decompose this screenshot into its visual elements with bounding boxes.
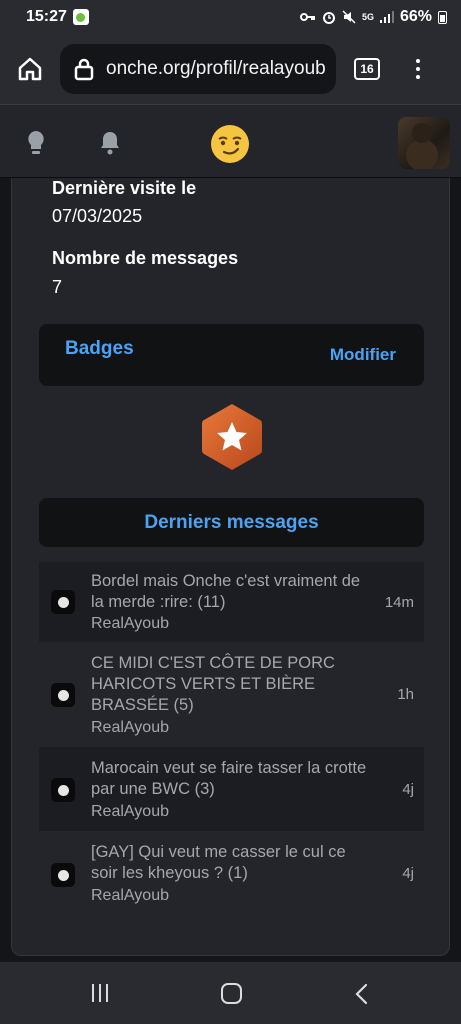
topic-icon <box>51 590 75 614</box>
recents-bar <box>92 984 94 1002</box>
tab-switcher-button[interactable]: 16 <box>354 58 380 80</box>
status-time: 15:27 <box>26 8 67 25</box>
home-button[interactable] <box>0 34 60 104</box>
message-item[interactable]: [GAY] Qui veut me casser le cul ce soir … <box>39 831 424 916</box>
browser-toolbar: onche.org/profil/realayoub 16 <box>0 34 461 104</box>
system-home-button[interactable] <box>221 983 242 1004</box>
message-author: RealAyoub <box>91 887 169 904</box>
topic-icon <box>51 683 75 707</box>
last-visit-value: 07/03/2025 <box>52 206 143 226</box>
menu-dot <box>416 75 420 79</box>
badges-title: Badges <box>65 338 134 359</box>
site-header <box>0 104 461 178</box>
system-nav-bar <box>0 962 461 1024</box>
badges-edit-link[interactable]: Modifier <box>330 345 396 365</box>
latest-messages-header: Derniers messages <box>39 498 424 547</box>
bulb-icon[interactable] <box>24 129 48 157</box>
topic-icon <box>51 863 75 887</box>
user-avatar[interactable] <box>398 117 450 169</box>
message-title: Marocain veut se faire tasser la crotte … <box>91 759 367 798</box>
messages-count-label: Nombre de messages <box>52 248 239 268</box>
battery-icon <box>438 10 447 24</box>
address-bar[interactable]: onche.org/profil/realayoub <box>60 44 336 94</box>
recents-bar <box>106 984 108 1002</box>
battery-percent: 66% <box>399 8 432 25</box>
profile-panel: Dernière visite le 07/03/2025 Nombre de … <box>11 178 450 956</box>
message-time: 14m <box>384 594 414 611</box>
key-icon <box>299 13 315 21</box>
lock-icon <box>74 58 94 81</box>
message-item[interactable]: CE MIDI C'EST CÔTE DE PORC HARICOTS VERT… <box>39 642 424 746</box>
latest-messages-title: Derniers messages <box>144 511 319 533</box>
smirk-logo-icon[interactable] <box>210 124 250 164</box>
signal-icon <box>379 11 394 23</box>
recents-bar <box>99 984 101 1002</box>
network-type: 5G <box>361 12 374 22</box>
menu-dot <box>416 67 420 71</box>
message-author: RealAyoub <box>91 615 169 632</box>
message-author: RealAyoub <box>91 803 169 820</box>
back-icon[interactable] <box>354 983 368 1005</box>
status-icons: 5G 66% <box>299 8 447 26</box>
message-item[interactable]: Marocain veut se faire tasser la crotte … <box>39 747 424 831</box>
message-time: 4j <box>402 781 414 798</box>
message-title: [GAY] Qui veut me casser le cul ce soir … <box>91 843 346 882</box>
message-author: RealAyoub <box>91 719 169 736</box>
recents-button[interactable] <box>92 984 108 1002</box>
message-title: Bordel mais Onche c'est vraiment de la m… <box>91 572 361 611</box>
topic-icon <box>51 778 75 802</box>
mute-icon <box>342 10 356 24</box>
star-badge-icon[interactable] <box>200 402 264 472</box>
home-icon <box>18 57 42 81</box>
alarm-icon <box>322 12 335 24</box>
status-bar: 15:27 5G 66% <box>0 0 461 34</box>
menu-dot <box>416 59 420 63</box>
message-time: 1h <box>397 686 414 703</box>
bell-icon[interactable] <box>98 129 122 157</box>
last-visit-label: Dernière visite le <box>52 178 197 198</box>
message-item[interactable]: Bordel mais Onche c'est vraiment de la m… <box>39 562 424 642</box>
badges-section: Badges Modifier <box>39 324 424 386</box>
message-title: CE MIDI C'EST CÔTE DE PORC HARICOTS VERT… <box>91 654 335 714</box>
message-time: 4j <box>402 865 414 882</box>
messages-count-value: 7 <box>52 277 63 297</box>
browser-menu-button[interactable] <box>416 59 420 79</box>
notification-app-icon <box>72 9 89 25</box>
url-text: onche.org/profil/realayoub <box>106 58 326 79</box>
